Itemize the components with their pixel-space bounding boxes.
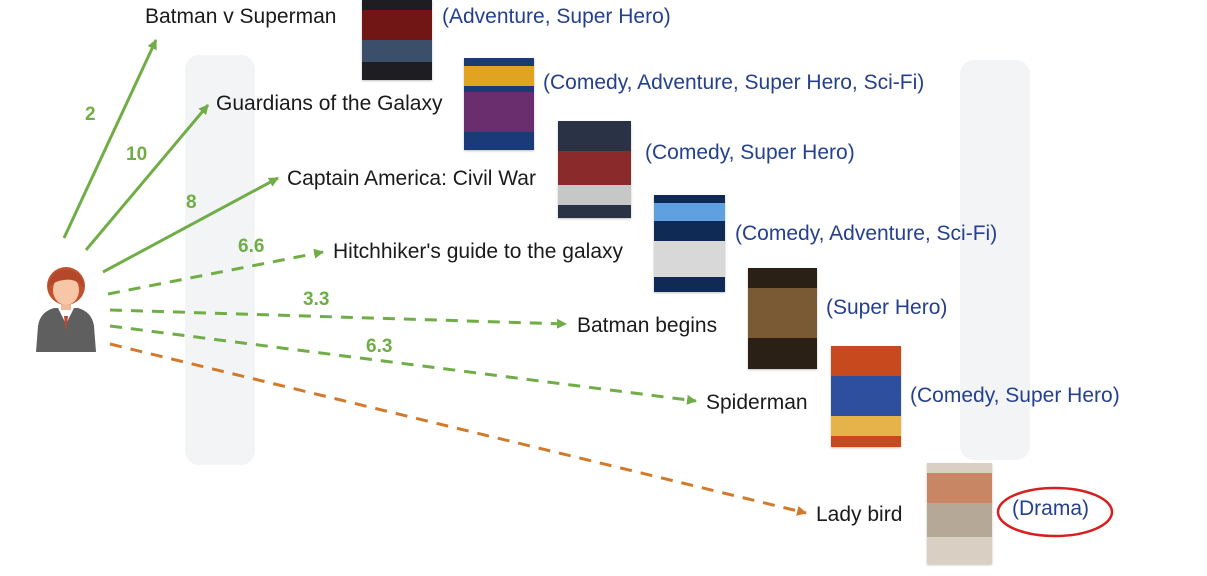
poster-lady-bird [927, 463, 992, 564]
poster-spiderman [831, 346, 901, 447]
movie-title-6: Lady bird [816, 503, 903, 526]
poster-guardians [464, 58, 534, 150]
poster-civil-war [558, 121, 631, 218]
recommendation-diagram: 2 10 8 6.6 3.3 6.3 Batman v Superman Gua… [0, 0, 1207, 576]
movie-genres-5: (Comedy, Super Hero) [910, 384, 1120, 407]
movie-title-4: Batman begins [577, 314, 718, 337]
poster-batman-begins [748, 268, 817, 369]
prediction-arrow-6 [109, 342, 807, 516]
movie-genres-1: (Comedy, Adventure, Super Hero, Sci-Fi) [543, 71, 925, 94]
prediction-arrow-4 [109, 308, 567, 329]
score-label-4: 3.3 [303, 289, 330, 310]
score-label-0: 2 [85, 104, 96, 125]
movie-genres-4: (Super Hero) [826, 296, 948, 319]
movie-genres-6: (Drama) [1012, 497, 1089, 520]
poster-hitchhikers [654, 195, 725, 292]
user-avatar-icon [36, 267, 96, 352]
movie-title-3: Hitchhiker's guide to the galaxy [333, 240, 624, 263]
movie-genres-3: (Comedy, Adventure, Sci-Fi) [735, 222, 998, 245]
score-label-3: 6.6 [238, 236, 265, 257]
rating-arrow-0 [62, 39, 158, 239]
movie-title-5: Spiderman [706, 391, 808, 414]
movie-title-2: Captain America: Civil War [287, 167, 536, 190]
movie-genres-0: (Adventure, Super Hero) [442, 5, 671, 28]
score-label-1: 10 [126, 144, 148, 165]
movie-title-0: Batman v Superman [145, 5, 337, 28]
movie-genres-2: (Comedy, Super Hero) [645, 141, 855, 164]
prediction-arrow-3 [107, 248, 324, 296]
rating-arrow-1 [84, 104, 210, 251]
score-label-2: 8 [186, 192, 197, 213]
score-label-5: 6.3 [366, 336, 393, 357]
movie-title-1: Guardians of the Galaxy [216, 92, 443, 115]
poster-batman-v-superman [362, 0, 432, 80]
